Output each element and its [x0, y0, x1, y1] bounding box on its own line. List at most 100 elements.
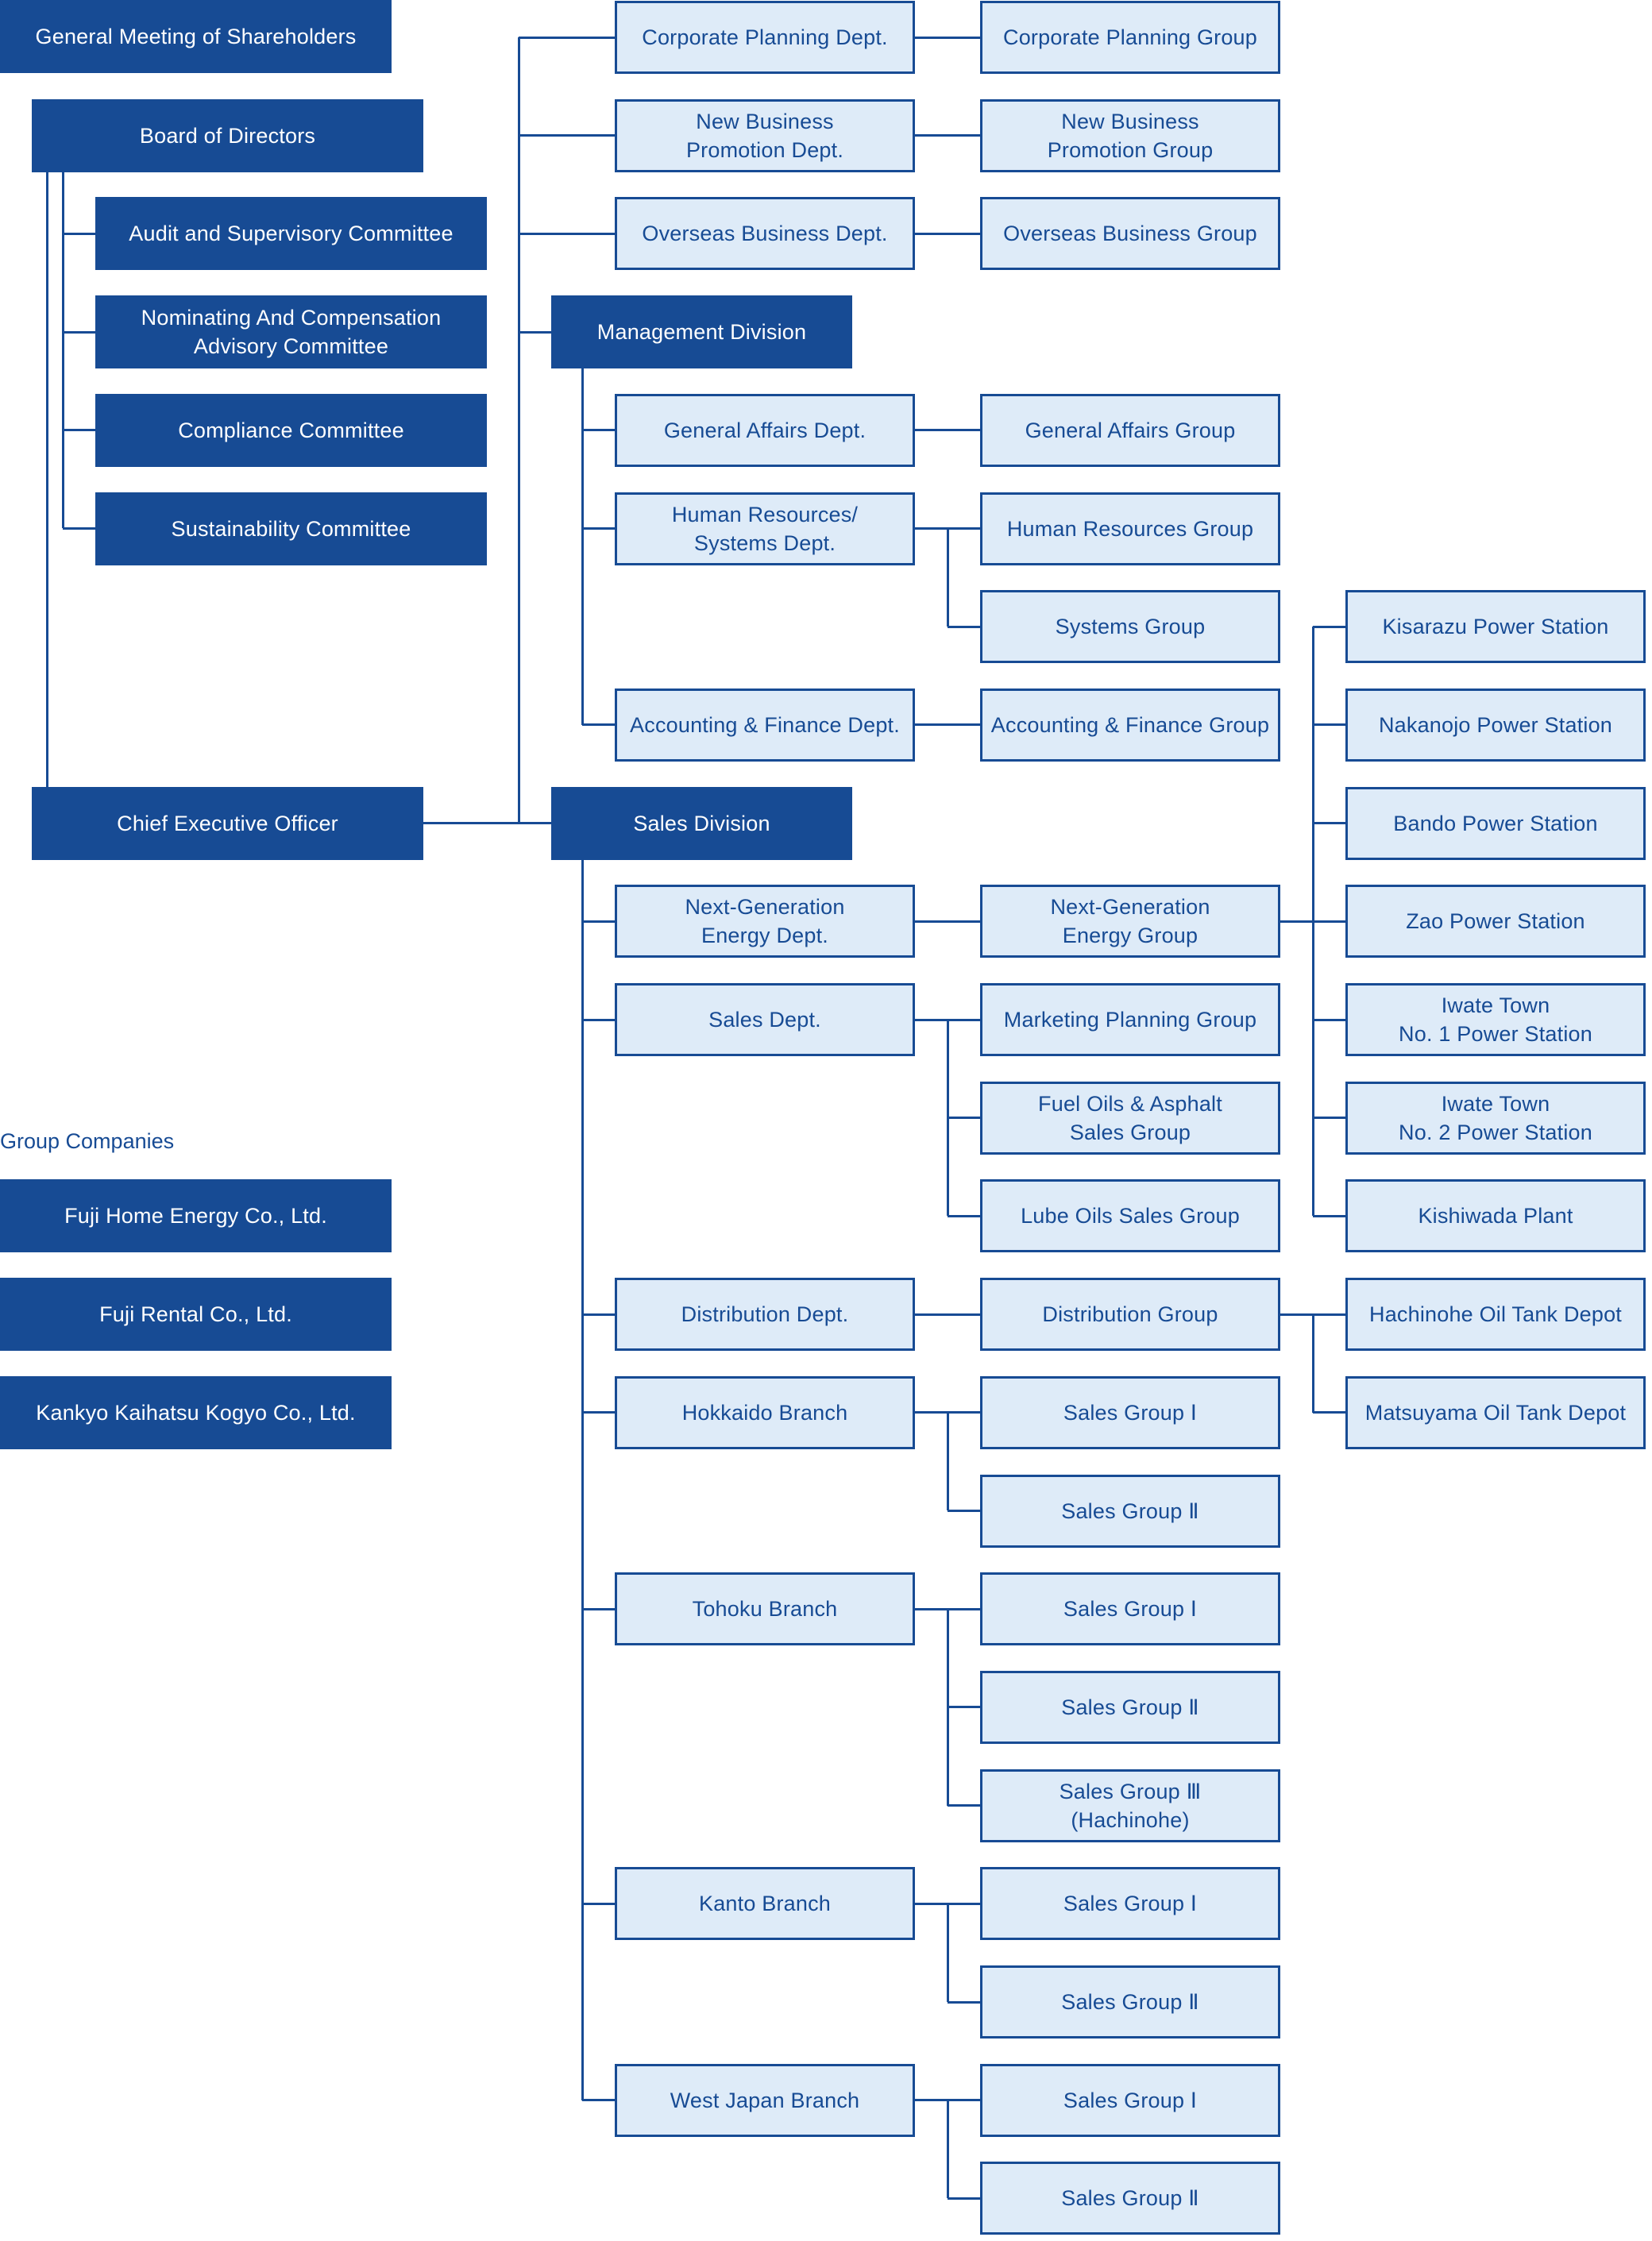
group-box-label: Distribution Group — [1042, 1302, 1218, 1327]
connector-line — [948, 1804, 980, 1807]
group-box-label: Overseas Business Group — [1003, 222, 1257, 246]
group-box-label: Lube Oils Sales Group — [1021, 1204, 1240, 1228]
connector-line — [519, 134, 615, 137]
board-ceo-line — [45, 172, 48, 787]
dept-box-label: Corporate Planning Dept. — [642, 25, 888, 49]
board-of-directors-box-label: Board of Directors — [139, 123, 316, 148]
group-box-label: Sales Group Ⅰ — [1063, 2088, 1198, 2112]
connector-line — [519, 36, 615, 39]
dept-box: West Japan Branch — [615, 2063, 915, 2137]
committee-box: Compliance Committee — [95, 393, 487, 467]
dept-box-label: Next-Generation Energy Dept. — [685, 895, 845, 948]
management-division-box: Management Division — [551, 295, 852, 369]
group-box-label: Fuel Oils & Asphalt Sales Group — [1038, 1091, 1222, 1144]
connector-line — [1313, 920, 1345, 923]
dept-box: Overseas Business Dept. — [615, 197, 915, 271]
connector-line — [915, 134, 980, 137]
group-box-label: Accounting & Finance Group — [990, 712, 1270, 737]
committee-box: Audit and Supervisory Committee — [95, 197, 487, 271]
group-box: Sales Group Ⅲ (Hachinohe) — [980, 1768, 1280, 1842]
group-box: Sales Group Ⅱ — [980, 1670, 1280, 1744]
group-company-box: Kankyo Kaihatsu Kogyo Co., Ltd. — [0, 1375, 392, 1449]
committee-box: Sustainability Committee — [95, 492, 487, 565]
dept-box-label: Distribution Dept. — [681, 1302, 849, 1327]
facility-box: Matsuyama Oil Tank Depot — [1345, 1375, 1646, 1449]
dept-box-label: West Japan Branch — [670, 2088, 860, 2112]
group-trunk-line — [946, 1020, 949, 1217]
sales-division-box: Sales Division — [551, 786, 852, 860]
group-box: Sales Group Ⅰ — [980, 1572, 1280, 1646]
dept-box: New Business Promotion Dept. — [615, 98, 915, 172]
group-box: Sales Group Ⅱ — [980, 2162, 1280, 2235]
division-trunk-line — [581, 368, 584, 725]
connector-line — [582, 1018, 615, 1021]
organization-chart: Group Companies General Meeting of Share… — [0, 0, 1652, 2241]
connector-line — [948, 1510, 980, 1512]
group-box: Sales Group Ⅰ — [980, 2063, 1280, 2137]
board-of-directors-box: Board of Directors — [32, 98, 423, 172]
committee-box-label: Audit and Supervisory Committee — [129, 222, 454, 246]
connector-line — [1313, 723, 1345, 727]
group-box: Next-Generation Energy Group — [980, 885, 1280, 958]
facility-box-label: Kisarazu Power Station — [1382, 615, 1609, 639]
connector-line — [1313, 625, 1345, 628]
connector-line — [948, 625, 980, 628]
connector-line — [582, 527, 615, 530]
group-box: General Affairs Group — [980, 393, 1280, 467]
group-box: Human Resources Group — [980, 492, 1280, 565]
group-box: Accounting & Finance Group — [980, 688, 1280, 762]
facility-box: Nakanojo Power Station — [1345, 688, 1646, 762]
group-company-box: Fuji Rental Co., Ltd. — [0, 1278, 392, 1352]
group-company-box-label: Kankyo Kaihatsu Kogyo Co., Ltd. — [36, 1400, 356, 1425]
dept-box: Hokkaido Branch — [615, 1375, 915, 1449]
group-box: Overseas Business Group — [980, 197, 1280, 271]
dept-box-label: General Affairs Dept. — [663, 418, 867, 442]
group-companies-label: Group Companies — [0, 1129, 175, 1153]
group-box-label: Marketing Planning Group — [1003, 1008, 1257, 1032]
group-box-label: Systems Group — [1055, 615, 1206, 639]
dept-box: Next-Generation Energy Dept. — [615, 885, 915, 958]
group-box: Fuel Oils & Asphalt Sales Group — [980, 1081, 1280, 1155]
general-meeting-box: General Meeting of Shareholders — [0, 0, 392, 73]
committee-connector — [63, 330, 95, 334]
group-trunk-line — [946, 528, 949, 627]
committee-connector — [63, 232, 95, 235]
group-box: Sales Group Ⅰ — [980, 1375, 1280, 1449]
dept-box: Distribution Dept. — [615, 1278, 915, 1352]
committee-box-label: Compliance Committee — [178, 418, 404, 442]
connector-line — [519, 822, 551, 825]
connector-line — [915, 232, 980, 235]
dept-box: General Affairs Dept. — [615, 393, 915, 467]
ceo-box: Chief Executive Officer — [32, 786, 423, 860]
group-trunk-line — [946, 2100, 949, 2199]
main-trunk-line — [517, 37, 520, 824]
connector-line — [1313, 1214, 1345, 1217]
dept-box-label: New Business Promotion Dept. — [685, 109, 844, 162]
connector-line — [582, 2099, 615, 2102]
facility-box: Kisarazu Power Station — [1345, 590, 1646, 664]
dept-box-label: Tohoku Branch — [692, 1597, 838, 1622]
dept-box-label: Hokkaido Branch — [681, 1400, 848, 1425]
group-box-label: Sales Group Ⅲ (Hachinohe) — [1059, 1779, 1202, 1832]
facility-box: Kishiwada Plant — [1345, 1179, 1646, 1253]
dept-box: Accounting & Finance Dept. — [615, 688, 915, 762]
connector-line — [582, 1607, 615, 1610]
connector-line — [915, 1313, 980, 1316]
dept-box-label: Sales Dept. — [708, 1008, 821, 1032]
dept-box: Corporate Planning Dept. — [615, 1, 915, 74]
connector-line — [1313, 1117, 1345, 1120]
connector-line — [1280, 920, 1313, 923]
group-box-label: Human Resources Group — [1006, 516, 1254, 541]
group-company-box: Fuji Home Energy Co., Ltd. — [0, 1179, 392, 1253]
group-box-label: Sales Group Ⅱ — [1061, 1695, 1199, 1719]
group-box: Lube Oils Sales Group — [980, 1179, 1280, 1253]
group-box: Corporate Planning Group — [980, 1, 1280, 74]
group-box-label: General Affairs Group — [1025, 418, 1236, 442]
group-box-label: Next-Generation Energy Group — [1050, 895, 1210, 948]
dept-box-label: Kanto Branch — [698, 1892, 831, 1916]
group-box: Sales Group Ⅱ — [980, 1965, 1280, 2038]
connector-line — [1313, 1313, 1345, 1316]
connector-line — [915, 36, 980, 39]
connector-line — [948, 2000, 980, 2004]
connector-line — [582, 1313, 615, 1316]
